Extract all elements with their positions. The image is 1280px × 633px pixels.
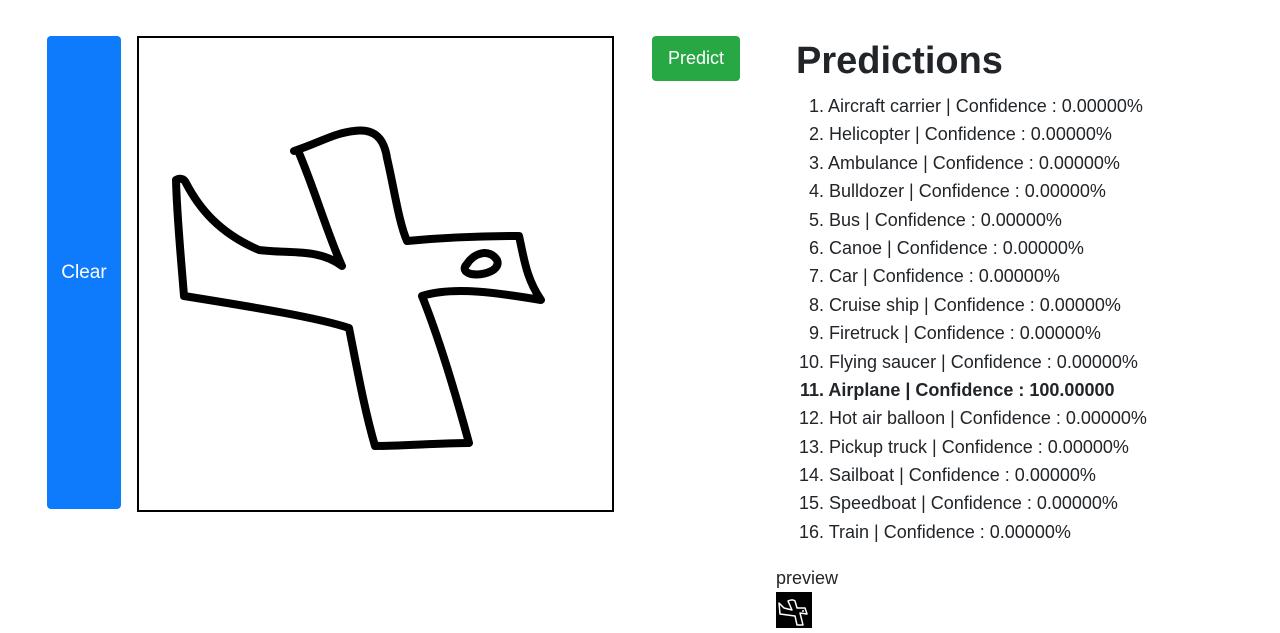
list-item: 13. Pickup truck | Confidence : 0.00000% — [798, 436, 1129, 457]
predictions-list: 1. Aircraft carrier | Confidence : 0.000… — [796, 92, 1147, 546]
list-item: 15. Speedboat | Confidence : 0.00000% — [798, 493, 1118, 514]
list-item: 5. Bus | Confidence : 0.00000% — [808, 209, 1062, 230]
list-item: 10. Flying saucer | Confidence : 0.00000… — [798, 351, 1138, 372]
preview-label: preview — [776, 568, 839, 588]
list-item: 9. Firetruck | Confidence : 0.00000% — [808, 323, 1101, 344]
drawing-canvas[interactable] — [137, 36, 614, 512]
list-item: 2. Helicopter | Confidence : 0.00000% — [808, 124, 1112, 145]
list-item: 7. Car | Confidence : 0.00000% — [808, 266, 1060, 287]
predictions-title: Predictions — [796, 40, 1003, 82]
predict-button[interactable]: Predict — [652, 36, 740, 81]
list-item: 8. Cruise ship | Confidence : 0.00000% — [808, 294, 1121, 315]
list-item: 1. Aircraft carrier | Confidence : 0.000… — [808, 96, 1143, 116]
list-item: 14. Sailboat | Confidence : 0.00000% — [798, 465, 1096, 486]
list-item: 3. Ambulance | Confidence : 0.00000% — [808, 152, 1120, 173]
airplane-sketch — [172, 126, 545, 450]
preview-image — [776, 592, 812, 628]
list-item: 16. Train | Confidence : 0.00000% — [798, 521, 1071, 542]
list-item: 4. Bulldozer | Confidence : 0.00000% — [808, 181, 1106, 202]
top-prediction-item: 11. Airplane | Confidence : 100.00000 — [799, 379, 1115, 400]
clear-button[interactable]: Clear — [47, 36, 121, 509]
list-item: 12. Hot air balloon | Confidence : 0.000… — [798, 408, 1147, 429]
list-item: 6. Canoe | Confidence : 0.00000% — [808, 237, 1084, 258]
